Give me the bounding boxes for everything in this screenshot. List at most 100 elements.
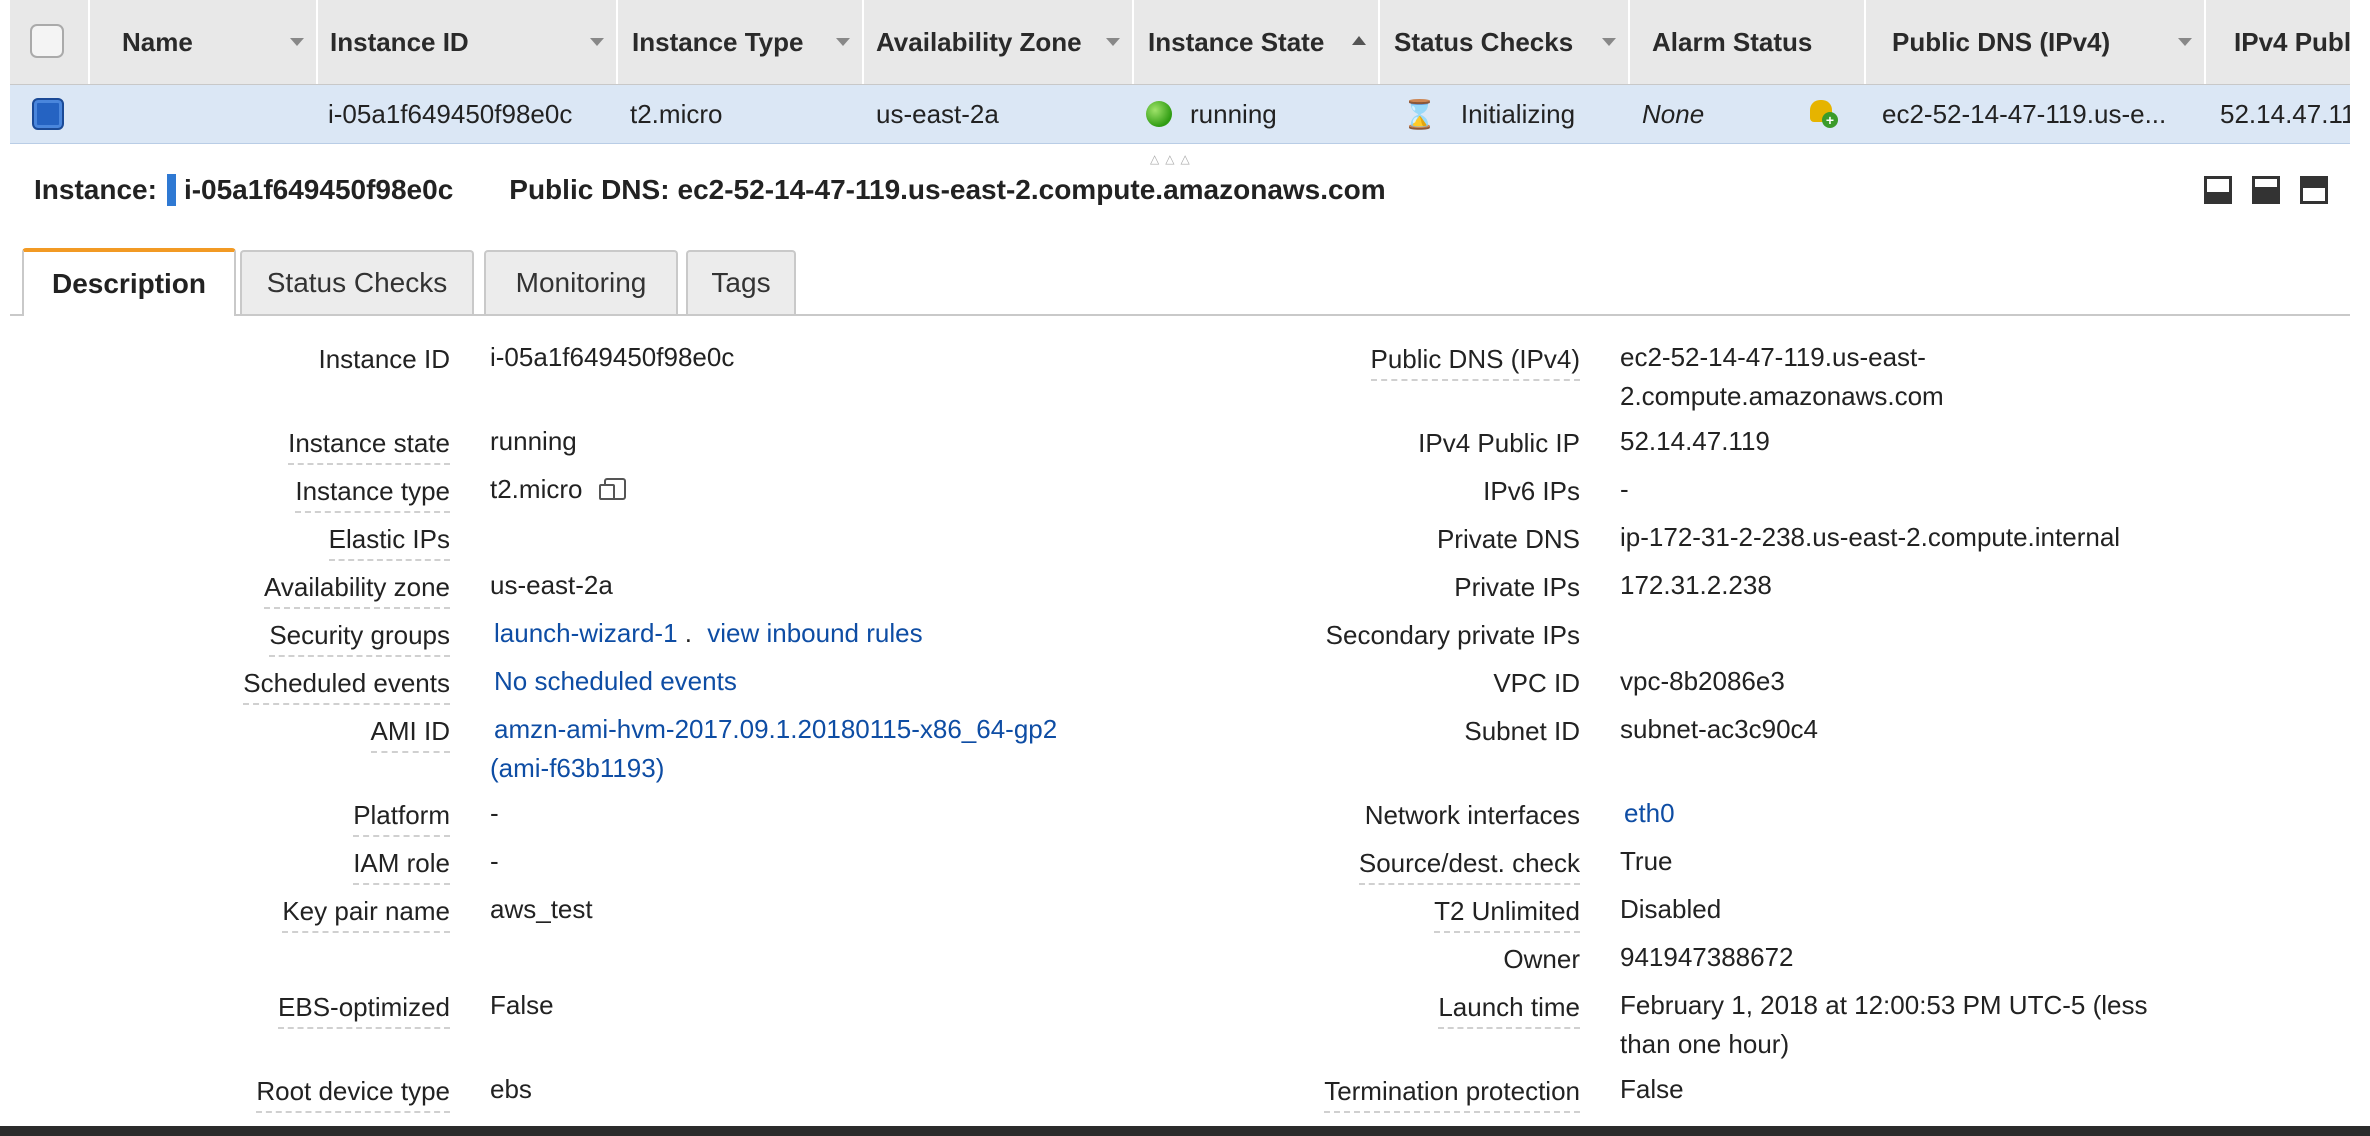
- label-root-device: Root device type: [256, 1076, 450, 1113]
- row-instance-state: running: [1146, 85, 1277, 143]
- security-group-link[interactable]: launch-wizard-1: [494, 618, 678, 648]
- label-ebs-optimized: EBS-optimized: [278, 992, 450, 1029]
- label-vpc-id: VPC ID: [1493, 668, 1580, 698]
- select-all-column: [10, 0, 90, 84]
- ami-id-link-line2[interactable]: (ami-f63b1193): [490, 753, 664, 783]
- column-availability-zone-label: Availability Zone: [876, 26, 1082, 57]
- value-instance-type: t2.micro: [490, 470, 627, 509]
- value-subnet-id: subnet-ac3c90c4: [1620, 714, 1819, 744]
- row-instance-state-text: running: [1190, 98, 1277, 129]
- row-status-checks-text: Initializing: [1460, 98, 1576, 129]
- column-instance-id[interactable]: Instance ID: [318, 0, 618, 84]
- value-source-dest-check: True: [1620, 846, 1673, 876]
- detail-tabs: Description Status Checks Monitoring Tag…: [10, 246, 2350, 316]
- value-ipv6-ips: -: [1620, 474, 1629, 504]
- alarm-add-icon: +: [1808, 98, 1838, 130]
- sort-caret-icon[interactable]: [1602, 38, 1616, 46]
- value-instance-state: running: [490, 426, 577, 456]
- column-ipv4-public-ip[interactable]: IPv4 Public IP: [2206, 0, 2350, 84]
- layout-top-icon[interactable]: [2300, 176, 2328, 204]
- label-key-pair: Key pair name: [282, 896, 450, 933]
- row-ipv4-public-ip: 52.14.47.119: [2220, 98, 2350, 129]
- label-platform: Platform: [353, 800, 450, 837]
- network-interface-link[interactable]: eth0: [1624, 794, 1675, 833]
- ami-id-link[interactable]: amzn-ami-hvm-2017.09.1.20180115-x86_64-g…: [494, 714, 1057, 744]
- layout-switcher: [2204, 176, 2328, 204]
- hourglass-icon: ⌛: [1402, 98, 1437, 130]
- instances-grid-header: Name Instance ID Instance Type Availabil…: [10, 0, 2350, 85]
- sort-caret-icon[interactable]: [590, 38, 604, 46]
- public-dns-label: Public DNS:: [509, 174, 670, 205]
- pane-resize-handle[interactable]: △△△: [1150, 152, 1196, 166]
- column-availability-zone[interactable]: Availability Zone: [864, 0, 1134, 84]
- column-instance-state[interactable]: Instance State: [1134, 0, 1380, 84]
- sort-caret-icon[interactable]: [1106, 38, 1120, 46]
- view-inbound-rules-link[interactable]: view inbound rules: [707, 618, 922, 648]
- label-instance-type: Instance type: [295, 476, 450, 513]
- column-public-dns-label: Public DNS (IPv4): [1892, 26, 2111, 57]
- sort-caret-icon[interactable]: [2178, 38, 2192, 46]
- row-public-dns: ec2-52-14-47-119.us-e...: [1882, 98, 2167, 129]
- label-owner: Owner: [1503, 944, 1580, 974]
- value-instance-type-text: t2.micro: [490, 474, 583, 504]
- label-elastic-ips: Elastic IPs: [328, 524, 450, 561]
- tab-tags[interactable]: Tags: [686, 250, 796, 314]
- row-checkbox[interactable]: [32, 98, 64, 130]
- value-termination-protection: False: [1620, 1074, 1684, 1104]
- column-public-dns[interactable]: Public DNS (IPv4): [1866, 0, 2206, 84]
- label-source-dest-check: Source/dest. check: [1358, 848, 1580, 885]
- column-name-label: Name: [122, 26, 193, 57]
- row-instance-type: t2.micro: [630, 98, 723, 129]
- security-group-separator: .: [684, 618, 692, 648]
- value-instance-id: i-05a1f649450f98e0c: [490, 342, 735, 372]
- instance-label: Instance:: [34, 174, 157, 205]
- row-instance-id: i-05a1f649450f98e0c: [328, 98, 573, 129]
- value-public-dns-line2: 2.compute.amazonaws.com: [1620, 381, 1944, 411]
- instance-row[interactable]: i-05a1f649450f98e0c t2.micro us-east-2a …: [10, 85, 2350, 144]
- label-availability-zone: Availability zone: [264, 572, 450, 609]
- sort-caret-icon[interactable]: [290, 38, 304, 46]
- column-status-checks-label: Status Checks: [1394, 26, 1574, 57]
- value-t2-unlimited: Disabled: [1620, 894, 1722, 924]
- layout-split-icon[interactable]: [2252, 176, 2280, 204]
- scheduled-events-link[interactable]: No scheduled events: [494, 662, 737, 701]
- column-name[interactable]: Name: [90, 0, 318, 84]
- label-scheduled-events: Scheduled events: [243, 668, 450, 705]
- value-launch-time-line1: February 1, 2018 at 12:00:53 PM UTC-5 (l…: [1620, 990, 2148, 1020]
- tab-status-checks[interactable]: Status Checks: [240, 250, 474, 314]
- tab-description[interactable]: Description: [22, 248, 236, 316]
- column-status-checks[interactable]: Status Checks: [1380, 0, 1630, 84]
- value-launch-time: February 1, 2018 at 12:00:53 PM UTC-5 (l…: [1620, 986, 2147, 1064]
- tab-monitoring[interactable]: Monitoring: [484, 250, 678, 314]
- instance-detail-title: Instance: i-05a1f649450f98e0c Public DNS…: [34, 174, 1386, 206]
- label-launch-time: Launch time: [1438, 992, 1580, 1029]
- column-instance-type[interactable]: Instance Type: [618, 0, 864, 84]
- instance-title-id: i-05a1f649450f98e0c: [183, 174, 454, 205]
- sort-ascending-icon[interactable]: [1352, 36, 1366, 45]
- value-key-pair: aws_test: [490, 894, 593, 924]
- value-availability-zone: us-east-2a: [490, 570, 613, 600]
- row-availability-zone: us-east-2a: [876, 98, 999, 129]
- label-t2-unlimited: T2 Unlimited: [1434, 896, 1580, 933]
- label-public-dns: Public DNS (IPv4): [1370, 344, 1580, 381]
- sort-caret-icon[interactable]: [836, 38, 850, 46]
- alarm-add-button[interactable]: +: [1808, 85, 1838, 143]
- label-termination-protection: Termination protection: [1324, 1076, 1580, 1113]
- column-alarm-status-label: Alarm Status: [1652, 26, 1813, 57]
- label-subnet-id: Subnet ID: [1464, 716, 1580, 746]
- copy-icon[interactable]: [599, 478, 627, 500]
- column-instance-id-label: Instance ID: [330, 26, 469, 57]
- value-root-device: ebs: [490, 1074, 532, 1104]
- select-all-checkbox[interactable]: [30, 24, 64, 58]
- label-ami-id: AMI ID: [370, 716, 450, 753]
- column-alarm-status[interactable]: Alarm Status: [1630, 0, 1866, 84]
- value-launch-time-line2: than one hour): [1620, 1029, 1790, 1059]
- value-public-dns: ec2-52-14-47-119.us-east- 2.compute.amaz…: [1620, 338, 1944, 416]
- column-instance-state-label: Instance State: [1148, 26, 1325, 57]
- value-security-groups: launch-wizard-1 . view inbound rules: [494, 614, 923, 653]
- value-private-dns: ip-172-31-2-238.us-east-2.compute.intern…: [1620, 522, 2121, 552]
- label-network-interfaces: Network interfaces: [1364, 800, 1580, 830]
- label-iam-role: IAM role: [353, 848, 450, 885]
- row-alarm-status: None: [1642, 98, 1705, 129]
- layout-bottom-icon[interactable]: [2204, 176, 2232, 204]
